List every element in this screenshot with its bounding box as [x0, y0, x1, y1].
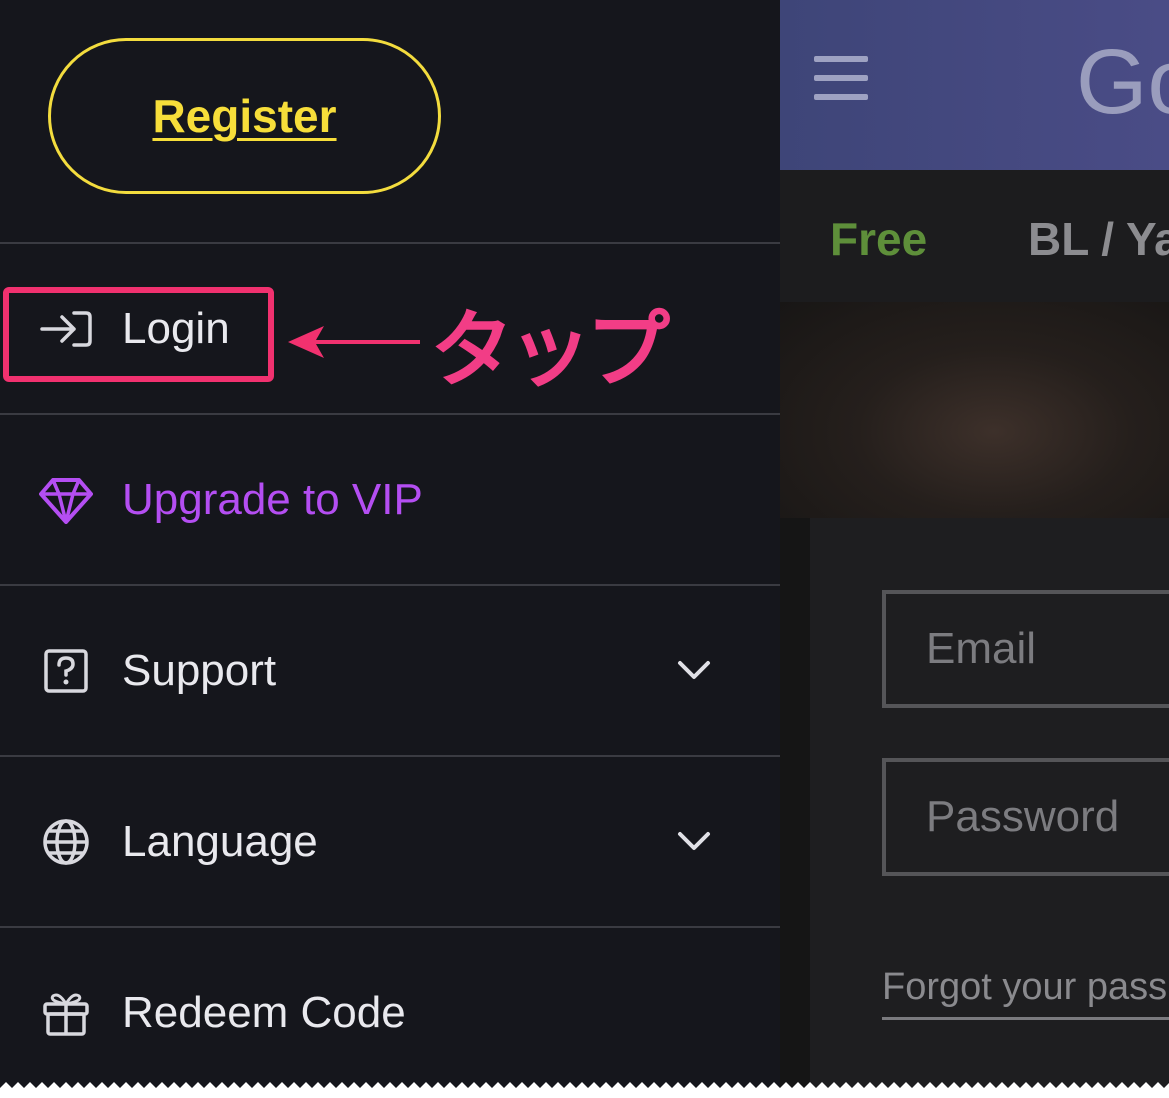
menu-item-support[interactable]: Support	[0, 587, 780, 755]
menu-item-upgrade-vip[interactable]: Upgrade to VIP	[0, 416, 780, 584]
email-placeholder: Email	[926, 624, 1037, 673]
brand-logo: Go	[1076, 31, 1169, 133]
register-label: Register	[152, 90, 337, 142]
password-placeholder: Password	[926, 792, 1120, 841]
menu-item-redeem-code[interactable]: Redeem Code	[0, 929, 780, 1097]
menu-item-label: Support	[122, 646, 277, 695]
menu-item-label: Redeem Code	[122, 988, 406, 1037]
tab-free[interactable]: Free	[830, 212, 927, 266]
register-button[interactable]: Register	[48, 38, 441, 194]
email-field[interactable]: Email	[882, 590, 1169, 708]
divider	[0, 926, 780, 928]
app-header: Go	[780, 0, 1169, 170]
category-tabs: Free BL / Ya	[780, 170, 1169, 302]
annotation-arrow-icon	[288, 326, 420, 358]
tab-bl-yaoi[interactable]: BL / Ya	[1028, 212, 1169, 266]
hamburger-menu-icon[interactable]	[814, 56, 870, 102]
divider	[0, 413, 780, 415]
annotation-highlight-box	[3, 287, 274, 382]
hero-image	[780, 302, 1169, 518]
menu-item-label: Language	[122, 817, 318, 866]
divider	[0, 755, 780, 757]
menu-item-label: Upgrade to VIP	[122, 475, 423, 524]
background-page: Go Free BL / Ya Email Password Forgot yo…	[780, 0, 1169, 1098]
chevron-down-icon[interactable]	[672, 820, 716, 864]
side-drawer: Register Login Upgrade to VIP Support La…	[0, 0, 780, 1098]
divider	[0, 584, 780, 586]
menu-item-language[interactable]: Language	[0, 758, 780, 926]
diamond-icon	[38, 472, 94, 528]
annotation-text: タップ	[430, 301, 670, 399]
globe-icon	[38, 814, 94, 870]
chevron-down-icon[interactable]	[672, 649, 716, 693]
password-field[interactable]: Password	[882, 758, 1169, 876]
divider	[0, 242, 780, 244]
torn-edge-decoration	[0, 1082, 1169, 1098]
gift-icon	[38, 985, 94, 1041]
question-square-icon	[38, 643, 94, 699]
forgot-password-link[interactable]: Forgot your pass	[882, 966, 1169, 1020]
